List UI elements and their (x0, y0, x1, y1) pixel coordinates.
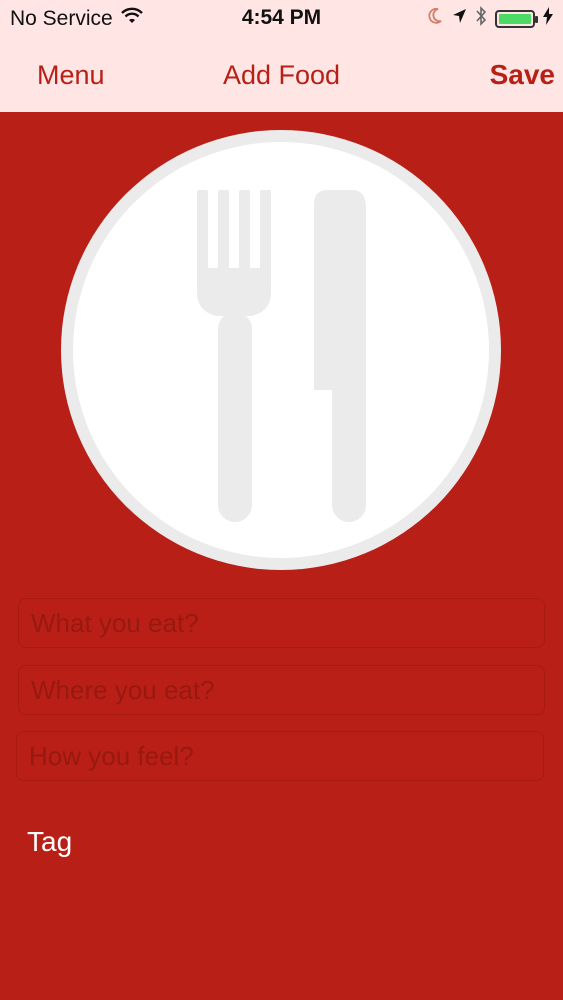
charging-bolt-icon (543, 7, 553, 30)
status-bar: No Service 4:54 PM (0, 0, 563, 36)
bluetooth-icon (475, 6, 487, 31)
battery-cap (535, 15, 538, 23)
what-you-eat-input[interactable] (18, 598, 545, 648)
status-right (427, 6, 553, 31)
how-you-feel-input[interactable] (16, 731, 544, 781)
battery-icon (495, 9, 538, 28)
fork-knife-icon (197, 190, 366, 522)
page-title: Add Food (222, 60, 341, 90)
save-button[interactable]: Save (490, 59, 555, 91)
location-arrow-icon (451, 7, 467, 30)
battery-fill (499, 13, 531, 24)
navigation-bar: Menu Add Food Save (0, 36, 563, 112)
moon-icon (427, 7, 443, 30)
tag-label[interactable]: Tag (27, 826, 72, 858)
food-photo-picker[interactable] (61, 130, 501, 570)
photo-placeholder (73, 142, 489, 558)
where-you-eat-input[interactable] (18, 665, 545, 715)
